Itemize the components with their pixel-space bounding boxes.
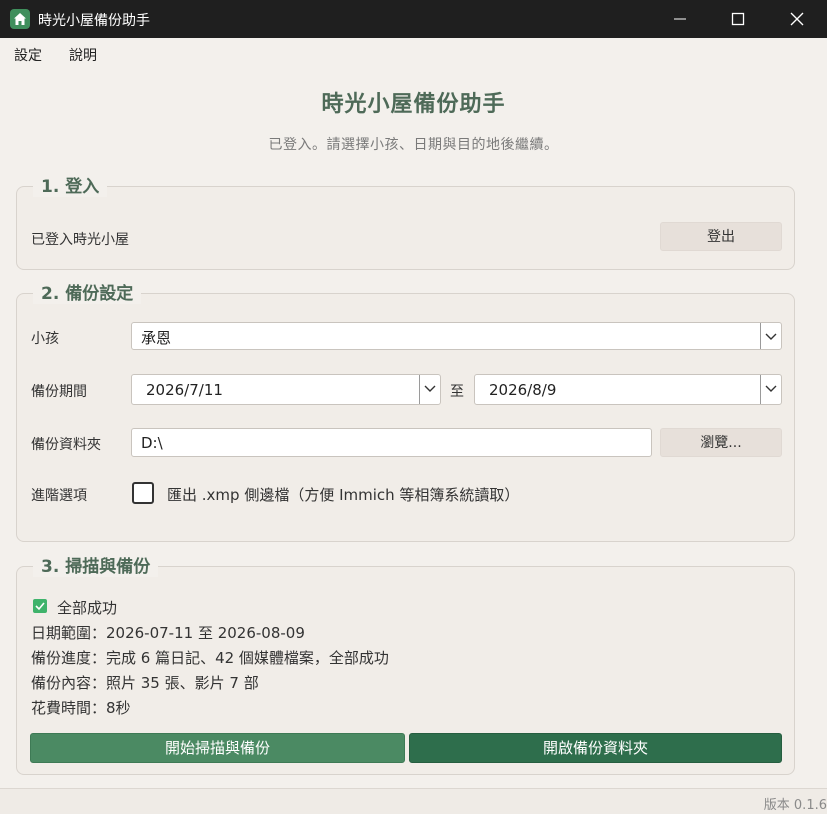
end-date-value: 2026/8/9 bbox=[489, 381, 557, 399]
browse-button[interactable]: 瀏覽... bbox=[660, 428, 782, 457]
logout-button[interactable]: 登出 bbox=[660, 222, 782, 251]
page-title: 時光小屋備份助手 bbox=[321, 92, 506, 117]
menu-bar: 設定 說明 bbox=[0, 38, 827, 68]
start-date-select[interactable]: 2026/7/11 bbox=[131, 374, 441, 405]
house-icon bbox=[10, 9, 30, 29]
scan-progress: 備份進度：完成 6 篇日記、42 個媒體檔案，全部成功 bbox=[31, 649, 389, 667]
advanced-label: 進階選項 bbox=[31, 488, 87, 504]
scan-backup-title: 3. 掃描與備份 bbox=[33, 552, 159, 577]
scan-date-range: 日期範圍：2026-07-11 至 2026-08-09 bbox=[31, 624, 305, 642]
chevron-down-icon[interactable] bbox=[419, 375, 440, 404]
check-icon bbox=[33, 599, 47, 613]
window-title: 時光小屋備份助手 bbox=[38, 13, 150, 29]
status-bar: 版本 0.1.6 bbox=[0, 788, 827, 814]
start-scan-button[interactable]: 開始掃描與備份 bbox=[30, 733, 405, 763]
page-subtitle: 已登入。請選擇小孩、日期與目的地後繼續。 bbox=[268, 137, 559, 153]
child-select[interactable]: 承恩 bbox=[131, 322, 782, 350]
menu-settings[interactable]: 設定 bbox=[14, 45, 42, 65]
app-window: 時光小屋備份助手 設定 說明 時光小屋備份助手 已登入。請選擇小孩、日期與目的地… bbox=[0, 0, 827, 814]
period-label: 備份期間 bbox=[31, 384, 87, 400]
end-date-select[interactable]: 2026/8/9 bbox=[474, 374, 782, 405]
main-content: 時光小屋備份助手 已登入。請選擇小孩、日期與目的地後繼續。 1. 登入 已登入時… bbox=[0, 68, 827, 788]
minimize-icon bbox=[674, 18, 686, 20]
folder-label: 備份資料夾 bbox=[31, 437, 101, 453]
login-status: 已登入時光小屋 bbox=[31, 232, 129, 248]
start-date-value: 2026/7/11 bbox=[146, 381, 223, 399]
to-label: 至 bbox=[450, 384, 464, 400]
maximize-icon bbox=[731, 12, 745, 26]
backup-settings-group: 2. 備份設定 小孩 承恩 備份期間 2026/7/11 至 2026/8/9 bbox=[16, 279, 795, 542]
close-button[interactable] bbox=[768, 0, 826, 38]
scan-elapsed: 花費時間：8秒 bbox=[31, 699, 131, 717]
xmp-checkbox[interactable] bbox=[132, 482, 154, 504]
child-label: 小孩 bbox=[31, 331, 59, 347]
scan-status: 全部成功 bbox=[57, 599, 118, 617]
chevron-down-icon[interactable] bbox=[760, 323, 781, 349]
title-bar[interactable]: 時光小屋備份助手 bbox=[0, 0, 827, 38]
login-group-title: 1. 登入 bbox=[33, 172, 108, 197]
scan-contents: 備份內容：照片 35 張、影片 7 部 bbox=[31, 674, 259, 692]
chevron-down-icon[interactable] bbox=[760, 375, 781, 404]
folder-input-value: D:\ bbox=[141, 434, 163, 452]
folder-input[interactable]: D:\ bbox=[131, 428, 652, 457]
minimize-button[interactable] bbox=[651, 0, 709, 38]
menu-help[interactable]: 說明 bbox=[69, 45, 97, 65]
login-group: 1. 登入 已登入時光小屋 登出 bbox=[16, 172, 795, 270]
maximize-button[interactable] bbox=[709, 0, 767, 38]
backup-settings-title: 2. 備份設定 bbox=[33, 279, 142, 304]
scan-backup-group: 3. 掃描與備份 全部成功 日期範圍：2026-07-11 至 2026-08-… bbox=[16, 552, 795, 775]
child-select-value: 承恩 bbox=[141, 329, 172, 347]
open-folder-button[interactable]: 開啟備份資料夾 bbox=[409, 733, 782, 763]
xmp-checkbox-label[interactable]: 匯出 .xmp 側邊檔（方便 Immich 等相簿系統讀取） bbox=[167, 484, 519, 505]
close-icon bbox=[790, 12, 804, 26]
version-label: 版本 0.1.6 bbox=[763, 798, 827, 813]
